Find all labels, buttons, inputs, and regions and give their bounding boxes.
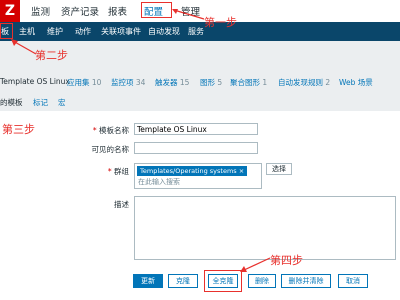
- step1-highlight-box: [141, 2, 172, 18]
- topnav-inventory[interactable]: 资产记录: [61, 4, 99, 18]
- tab-screens[interactable]: 聚合图形 1: [230, 77, 267, 88]
- tab-count: 34: [135, 78, 146, 87]
- tab-web-scenarios[interactable]: Web 场景: [339, 77, 373, 88]
- chip-remove-icon[interactable]: ×: [239, 167, 244, 175]
- group-select-button[interactable]: 选择: [266, 163, 292, 175]
- topnav-monitoring[interactable]: 监测: [31, 4, 50, 18]
- formtab-macros[interactable]: 宏: [58, 97, 66, 108]
- template-name-input[interactable]: Template OS Linux: [134, 123, 258, 135]
- template-name-label: * 模板名称: [49, 125, 129, 136]
- tab-count: 1: [262, 78, 268, 87]
- tab-label: 触发器: [155, 78, 178, 87]
- zabbix-logo[interactable]: Z: [0, 0, 20, 22]
- delete-clear-button[interactable]: 删除并清除: [281, 274, 331, 288]
- tab-count: 2: [325, 78, 331, 87]
- subnav-discovery[interactable]: 自动发现: [148, 26, 180, 37]
- tab-label: 自动发现规则: [278, 78, 323, 87]
- annotation-step1: 第一步: [204, 16, 237, 29]
- group-multiselect[interactable]: Templates/Operating systems × 在此输入搜索: [134, 163, 262, 189]
- tab-applications[interactable]: 应用集 10: [67, 77, 101, 88]
- tab-count: 5: [217, 78, 223, 87]
- visible-name-label: 可见的名称: [91, 145, 130, 154]
- tab-template-name[interactable]: Template OS Linux: [0, 77, 70, 86]
- clone-button[interactable]: 克隆: [168, 274, 198, 288]
- annotation-step4: 第四步: [270, 254, 303, 267]
- visible-name-input[interactable]: [134, 142, 258, 154]
- group-chip[interactable]: Templates/Operating systems ×: [137, 166, 248, 176]
- chip-label: Templates/Operating systems: [140, 167, 237, 175]
- tab-count: 10: [91, 78, 102, 87]
- tab-label: 监控项: [111, 78, 134, 87]
- cancel-button[interactable]: 取消: [338, 274, 368, 288]
- subnav-hosts[interactable]: 主机: [19, 26, 35, 37]
- tab-items[interactable]: 监控项 34: [111, 77, 145, 88]
- tab-label: 聚合图形: [230, 78, 260, 87]
- subnav-maintenance[interactable]: 维护: [47, 26, 63, 37]
- topnav-reports[interactable]: 报表: [108, 4, 127, 18]
- step2-arrow: [11, 39, 37, 55]
- formtab-tags[interactable]: 标记: [33, 97, 48, 108]
- annotation-step2: 第二步: [35, 49, 68, 62]
- delete-button[interactable]: 删除: [248, 274, 276, 288]
- group-label: * 群组: [49, 166, 129, 177]
- tab-count: 15: [179, 78, 190, 87]
- description-textarea[interactable]: [134, 196, 396, 260]
- subnav-actions[interactable]: 动作: [75, 26, 91, 37]
- step2-highlight-box: [0, 23, 13, 39]
- label-text: 模板名称: [99, 126, 129, 135]
- step4-highlight-box: [204, 270, 242, 292]
- label-text: 群组: [114, 167, 129, 176]
- tab-label: 应用集: [67, 78, 90, 87]
- annotation-step3: 第三步: [2, 123, 35, 136]
- tab-triggers[interactable]: 触发器 15: [155, 77, 189, 88]
- tab-label: 图形: [200, 78, 215, 87]
- update-button[interactable]: 更新: [133, 274, 163, 288]
- tab-graphs[interactable]: 图形 5: [200, 77, 222, 88]
- subnav-correlation[interactable]: 关联项事件: [101, 26, 141, 37]
- description-label: 描述: [114, 200, 129, 209]
- subnav-services[interactable]: 服务: [188, 26, 204, 37]
- formtab-template[interactable]: 的模板: [0, 97, 23, 108]
- step1-arrow: [172, 9, 205, 20]
- step4-arrow: [240, 257, 271, 272]
- tab-discovery-rules[interactable]: 自动发现规则 2: [278, 77, 330, 88]
- group-search-placeholder[interactable]: 在此输入搜索: [138, 177, 180, 187]
